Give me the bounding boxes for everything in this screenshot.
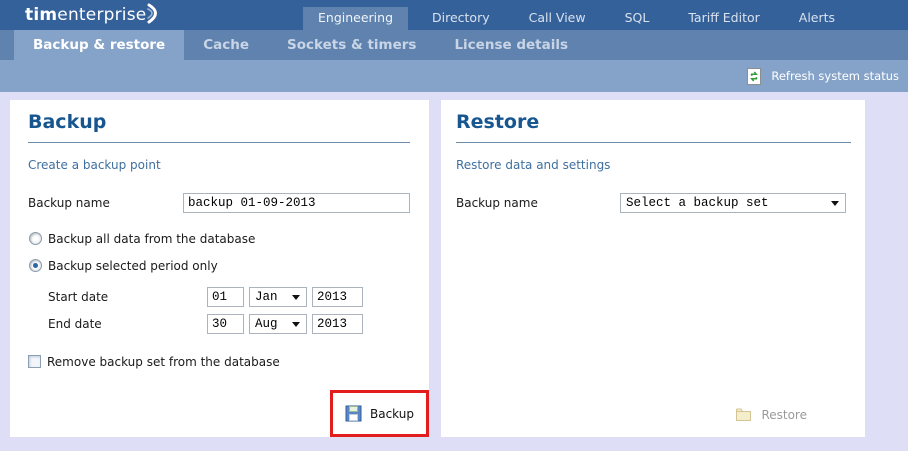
tab-sockets-and-timers[interactable]: Sockets & timers [268, 30, 435, 60]
tim-enterprise-logo: tim enterprise [25, 3, 163, 27]
backup-name-label: Backup name [28, 196, 110, 210]
start-date-year-input[interactable] [312, 287, 363, 307]
backup-button-label: Backup [370, 406, 414, 421]
refresh-icon [746, 67, 762, 85]
tab-license-details[interactable]: License details [435, 30, 587, 60]
end-date-month-value: Aug [255, 317, 278, 331]
logo-text: enterprise [57, 5, 147, 25]
restore-backup-name-label: Backup name [456, 196, 538, 210]
status-bar: Refresh system status [0, 60, 908, 92]
application-window: tim enterprise Engineering Directory Call… [0, 0, 908, 451]
backup-panel-title: Backup [28, 111, 107, 133]
tab-engineering[interactable]: Engineering [303, 7, 408, 30]
dropdown-arrow-icon [292, 294, 300, 300]
backup-button[interactable]: Backup [333, 393, 426, 434]
tab-call-view[interactable]: Call View [514, 7, 601, 30]
backup-title-divider [28, 142, 410, 143]
tab-sql[interactable]: SQL [610, 7, 665, 30]
radio-backup-all-data[interactable] [29, 232, 42, 245]
radio-backup-selected-period[interactable] [29, 259, 42, 272]
logo-swoosh-icon [147, 3, 163, 30]
remove-backup-set-label[interactable]: Remove backup set from the database [47, 355, 280, 369]
restore-panel-subtitle: Restore data and settings [456, 158, 611, 172]
refresh-label: Refresh system status [771, 69, 899, 83]
backup-panel-subtitle: Create a backup point [28, 158, 161, 172]
start-date-month-value: Jan [255, 290, 278, 304]
top-nav-tabs: Engineering Directory Call View SQL Tari… [303, 0, 859, 30]
backup-name-input[interactable] [183, 193, 410, 213]
refresh-system-status-button[interactable]: Refresh system status [746, 67, 899, 85]
tab-directory[interactable]: Directory [417, 7, 505, 30]
folder-open-icon [735, 407, 752, 422]
dropdown-arrow-icon [292, 321, 300, 327]
end-date-day-input[interactable] [207, 314, 244, 334]
radio-backup-selected-period-label[interactable]: Backup selected period only [48, 259, 218, 273]
dropdown-arrow-icon [831, 200, 839, 206]
restore-button-label: Restore [761, 407, 807, 422]
tab-cache[interactable]: Cache [184, 30, 268, 60]
restore-panel-title: Restore [456, 111, 540, 133]
end-date-month-select[interactable]: Aug [249, 314, 307, 334]
end-date-label: End date [48, 317, 102, 331]
tab-backup-and-restore[interactable]: Backup & restore [14, 30, 185, 60]
backup-panel: Backup Create a backup point Backup name… [10, 100, 429, 437]
backup-set-select-value: Select a backup set [626, 196, 769, 210]
tab-alerts[interactable]: Alerts [784, 7, 850, 30]
restore-panel: Restore Restore data and settings Backup… [441, 100, 865, 437]
tab-tariff-editor[interactable]: Tariff Editor [673, 7, 774, 30]
logo-text-bold: tim [25, 5, 58, 25]
start-date-day-input[interactable] [207, 287, 244, 307]
radio-backup-all-data-label[interactable]: Backup all data from the database [48, 232, 255, 246]
backup-set-select[interactable]: Select a backup set [620, 193, 846, 213]
restore-title-divider [456, 142, 851, 143]
restore-button[interactable]: Restore [735, 407, 807, 422]
top-navigation-bar: tim enterprise Engineering Directory Call… [0, 0, 908, 30]
end-date-year-input[interactable] [312, 314, 363, 334]
remove-backup-set-checkbox[interactable] [28, 355, 41, 368]
backup-button-highlight: Backup [330, 390, 429, 437]
floppy-disk-save-icon [345, 405, 362, 422]
start-date-month-select[interactable]: Jan [249, 287, 307, 307]
sub-navigation-bar: Backup & restore Cache Sockets & timers … [0, 30, 908, 60]
start-date-label: Start date [48, 290, 109, 304]
